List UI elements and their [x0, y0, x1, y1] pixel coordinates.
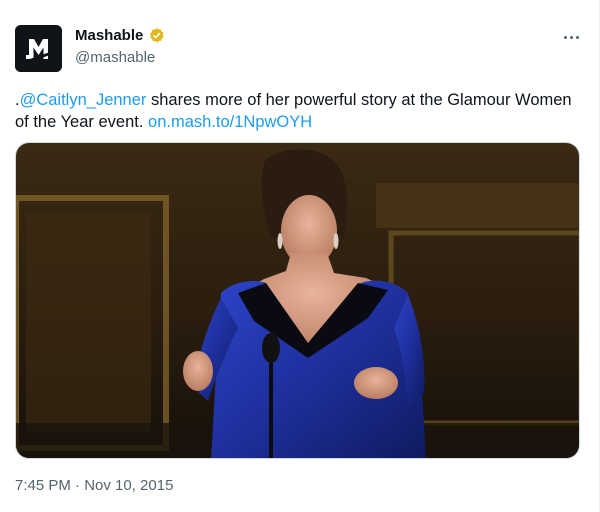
display-name[interactable]: Mashable — [75, 27, 143, 44]
photo-image — [16, 143, 579, 458]
tweet-card: Mashable @mashable .@Caitlyn_Jenner shar… — [0, 0, 600, 512]
mention-link[interactable]: @Caitlyn_Jenner — [20, 91, 147, 109]
avatar[interactable] — [15, 25, 62, 72]
verified-badge-icon — [148, 27, 165, 44]
tweet-text: .@Caitlyn_Jenner shares more of her powe… — [15, 89, 575, 133]
account-handle[interactable]: @mashable — [75, 49, 155, 66]
more-options-icon[interactable] — [558, 27, 584, 47]
tweet-photo[interactable] — [15, 142, 580, 459]
mashable-logo-icon — [15, 25, 62, 72]
url-link[interactable]: on.mash.to/1NpwOYH — [148, 113, 312, 131]
author-name-row[interactable]: Mashable — [75, 27, 165, 44]
tweet-timestamp[interactable]: 7:45 PM · Nov 10, 2015 — [15, 477, 173, 494]
